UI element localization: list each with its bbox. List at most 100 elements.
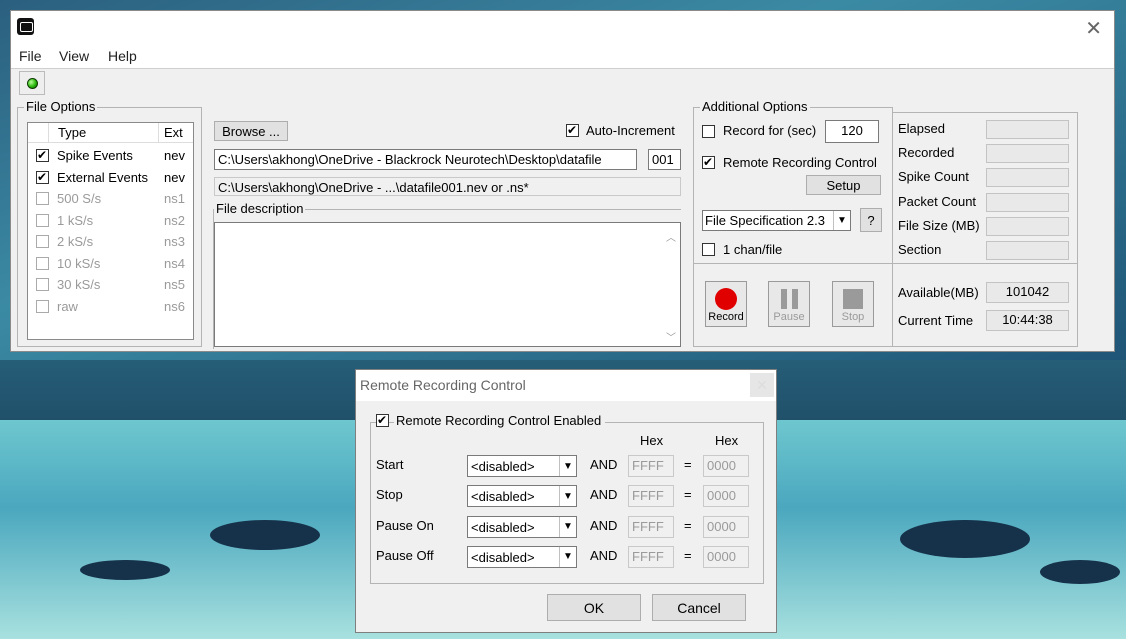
trigger-source-select[interactable]: <disabled> ▼ (467, 515, 577, 538)
stop-button[interactable]: Stop (832, 281, 874, 327)
scroll-down-icon[interactable]: ﹀ (666, 329, 676, 344)
list-item[interactable]: 30 kS/s ns5 (28, 275, 193, 296)
file-type-checkbox[interactable] (36, 192, 49, 205)
close-icon[interactable]: ✕ (1085, 16, 1102, 41)
file-type-checkbox[interactable] (36, 169, 49, 185)
trigger-source-select[interactable]: <disabled> ▼ (467, 485, 577, 508)
file-type-label: External Events (57, 169, 149, 185)
record-icon (715, 288, 737, 310)
file-options-title: File Options (24, 99, 98, 114)
chevron-down-icon: ▼ (559, 456, 576, 476)
file-ext-label: ns6 (164, 298, 185, 314)
file-type-checkbox[interactable] (36, 299, 49, 313)
file-ext-label: ns5 (164, 277, 185, 292)
remote-enabled-checkbox[interactable] (376, 412, 389, 428)
file-type-checkbox[interactable] (36, 235, 49, 248)
mask-hex-header: Hex (640, 433, 664, 448)
dialog-close-icon[interactable]: ✕ (750, 373, 774, 397)
stat-value (986, 168, 1069, 188)
record-label: Record (708, 311, 744, 323)
cancel-button[interactable]: Cancel (652, 594, 746, 621)
record-button[interactable]: Record (705, 281, 747, 327)
stat-label: File Size (MB) (898, 217, 980, 233)
menu-file[interactable]: File (19, 48, 42, 64)
dialog-title: Remote Recording Control (360, 377, 526, 393)
mask-input[interactable]: FFFF (628, 545, 674, 568)
help-button[interactable]: ? (860, 208, 882, 232)
stat-value (986, 216, 1069, 236)
file-index-input[interactable]: 001 (648, 149, 681, 170)
file-ext-label: nev (164, 148, 185, 163)
file-type-label: raw (57, 298, 78, 314)
mask-input[interactable]: FFFF (628, 515, 674, 538)
stop-label: Stop (841, 311, 865, 323)
file-ext-label: nev (164, 169, 185, 185)
file-description-input[interactable]: ︿ ﹀ (214, 222, 681, 347)
file-type-label: 2 kS/s (57, 234, 94, 249)
value-input[interactable]: 0000 (703, 485, 749, 508)
scroll-up-icon[interactable]: ︿ (666, 229, 676, 244)
ok-button[interactable]: OK (547, 594, 641, 621)
dialog-title-bar: Remote Recording Control ✕ (356, 370, 776, 401)
record-seconds-input[interactable]: 120 (825, 120, 879, 143)
browse-button[interactable]: Browse ... (214, 121, 288, 141)
trigger-source-value: <disabled> (471, 459, 535, 474)
file-type-label: 1 kS/s (57, 212, 94, 228)
main-window: ✕ File View Help File Options Type Ext S… (10, 10, 1115, 352)
stat-value (986, 241, 1069, 260)
available-value: 101042 (986, 282, 1069, 303)
list-item[interactable]: 500 S/s ns1 (28, 189, 193, 210)
auto-increment-checkbox[interactable] (566, 122, 579, 138)
value-input[interactable]: 0000 (703, 515, 749, 538)
record-for-checkbox[interactable] (702, 125, 715, 138)
list-item[interactable]: Spike Events nev (28, 146, 193, 167)
remote-control-label: Remote Recording Control (723, 155, 877, 170)
list-item[interactable]: External Events nev (28, 168, 193, 189)
and-label: AND (590, 487, 618, 503)
stat-label: Recorded (898, 145, 955, 161)
record-for-label: Record for (sec) (723, 123, 817, 138)
mask-input[interactable]: FFFF (628, 455, 674, 477)
list-item[interactable]: raw ns6 (28, 297, 193, 318)
current-time-label: Current Time (898, 313, 974, 328)
menu-view[interactable]: View (59, 48, 89, 64)
file-type-checkbox[interactable] (36, 213, 49, 227)
chevron-down-icon: ▼ (833, 211, 850, 230)
value-input[interactable]: 0000 (703, 455, 749, 477)
menu-help[interactable]: Help (108, 48, 137, 64)
stat-label: Section (898, 242, 942, 257)
file-type-checkbox[interactable] (36, 147, 49, 163)
remote-control-checkbox[interactable] (702, 154, 715, 170)
pause-button[interactable]: Pause (768, 281, 810, 327)
equals-label: = (684, 487, 692, 503)
value-input[interactable]: 0000 (703, 545, 749, 568)
list-item[interactable]: 1 kS/s ns2 (28, 211, 193, 232)
stat-value (986, 192, 1069, 212)
file-spec-select[interactable]: File Specification 2.3 ▼ (702, 210, 851, 231)
status-led-button[interactable] (19, 71, 45, 95)
column-ext: Ext (164, 125, 183, 140)
list-item[interactable]: 2 kS/s ns3 (28, 232, 193, 253)
trigger-source-select[interactable]: <disabled> ▼ (467, 455, 577, 477)
file-type-label: Spike Events (57, 148, 133, 163)
wallpaper-rock (210, 520, 320, 550)
stat-value (986, 120, 1069, 139)
and-label: AND (590, 547, 618, 563)
trigger-source-select[interactable]: <disabled> ▼ (467, 545, 577, 568)
list-item[interactable]: 10 kS/s ns4 (28, 254, 193, 275)
equals-label: = (684, 547, 692, 563)
equals-label: = (684, 517, 692, 533)
mask-input[interactable]: FFFF (628, 485, 674, 508)
file-ext-label: ns1 (164, 191, 185, 206)
auto-increment-label: Auto-Increment (586, 123, 675, 138)
file-type-checkbox[interactable] (36, 278, 49, 291)
remote-enabled-label: Remote Recording Control Enabled (394, 413, 606, 428)
stat-label: Spike Count (898, 169, 969, 185)
file-type-list[interactable]: Type Ext Spike Events nev External Events n… (27, 122, 194, 340)
file-path-input[interactable]: C:\Users\akhong\OneDrive - Blackrock Neu… (214, 149, 637, 170)
wallpaper-rock (80, 560, 170, 580)
one-chan-checkbox[interactable] (702, 243, 715, 256)
setup-button[interactable]: Setup (806, 175, 881, 195)
trigger-source-value: <disabled> (471, 519, 535, 535)
file-type-checkbox[interactable] (36, 256, 49, 270)
